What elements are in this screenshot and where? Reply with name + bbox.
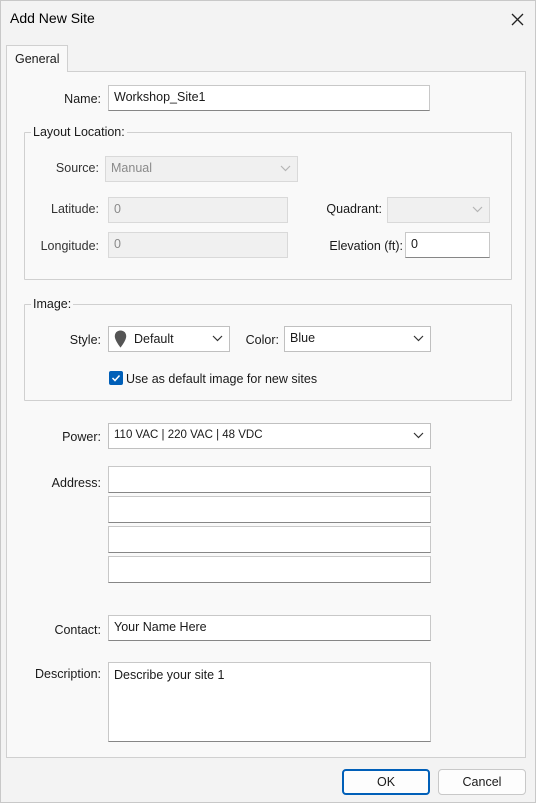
close-icon xyxy=(511,13,523,25)
checkmark-icon xyxy=(111,374,121,382)
default-image-checkbox[interactable] xyxy=(109,371,123,385)
power-dropdown[interactable]: 110 VAC | 220 VAC | 48 VDC xyxy=(108,423,431,449)
map-pin-icon xyxy=(114,330,127,348)
color-label: Color: xyxy=(245,333,279,347)
title-bar: Add New Site xyxy=(1,1,535,37)
description-field[interactable]: Describe your site 1 xyxy=(108,662,431,742)
elevation-field[interactable]: 0 xyxy=(405,232,490,258)
elevation-label: Elevation (ft): xyxy=(329,239,403,253)
chevron-down-icon xyxy=(280,165,291,172)
address-label: Address: xyxy=(51,476,101,490)
layout-location-title: Layout Location: xyxy=(31,125,127,139)
cancel-button[interactable]: Cancel xyxy=(438,769,526,795)
quadrant-dropdown xyxy=(387,197,490,223)
address-line-1[interactable] xyxy=(108,466,431,493)
style-dropdown[interactable]: Default xyxy=(108,326,230,352)
default-image-checkbox-label[interactable]: Use as default image for new sites xyxy=(126,372,317,386)
address-line-2[interactable] xyxy=(108,496,431,523)
quadrant-label: Quadrant: xyxy=(326,202,382,216)
contact-field[interactable]: Your Name Here xyxy=(108,615,431,641)
longitude-field: 0 xyxy=(108,232,288,258)
address-line-3[interactable] xyxy=(108,526,431,553)
color-dropdown[interactable]: Blue xyxy=(284,326,431,352)
cancel-button-label: Cancel xyxy=(462,775,502,789)
power-label: Power: xyxy=(62,430,101,444)
style-label: Style: xyxy=(69,333,101,347)
name-label: Name: xyxy=(64,92,101,106)
ok-button-label: OK xyxy=(376,775,396,789)
image-group xyxy=(24,304,512,401)
ok-button[interactable]: OK xyxy=(342,769,430,795)
color-value: Blue xyxy=(290,331,316,345)
tab-general-label: General xyxy=(15,52,60,66)
chevron-down-icon xyxy=(472,206,483,213)
add-new-site-dialog: Add New Site General Name: Workshop_Site… xyxy=(0,0,536,803)
latitude-field: 0 xyxy=(108,197,288,223)
longitude-label: Longitude: xyxy=(40,239,99,253)
source-value: Manual xyxy=(111,161,152,175)
source-label: Source: xyxy=(55,161,99,175)
source-dropdown: Manual xyxy=(105,156,298,182)
contact-label: Contact: xyxy=(54,623,101,637)
name-field[interactable]: Workshop_Site1 xyxy=(108,85,430,111)
style-value: Default xyxy=(134,332,174,346)
power-value: 110 VAC | 220 VAC | 48 VDC xyxy=(114,429,263,441)
chevron-down-icon xyxy=(212,335,223,342)
dialog-title: Add New Site xyxy=(10,10,95,26)
tab-general[interactable]: General xyxy=(6,45,68,72)
description-label: Description: xyxy=(35,667,101,681)
image-group-title: Image: xyxy=(31,297,74,311)
address-line-4[interactable] xyxy=(108,556,431,583)
chevron-down-icon xyxy=(413,432,424,439)
chevron-down-icon xyxy=(413,335,424,342)
latitude-label: Latitude: xyxy=(51,202,99,216)
close-button[interactable] xyxy=(499,1,535,37)
